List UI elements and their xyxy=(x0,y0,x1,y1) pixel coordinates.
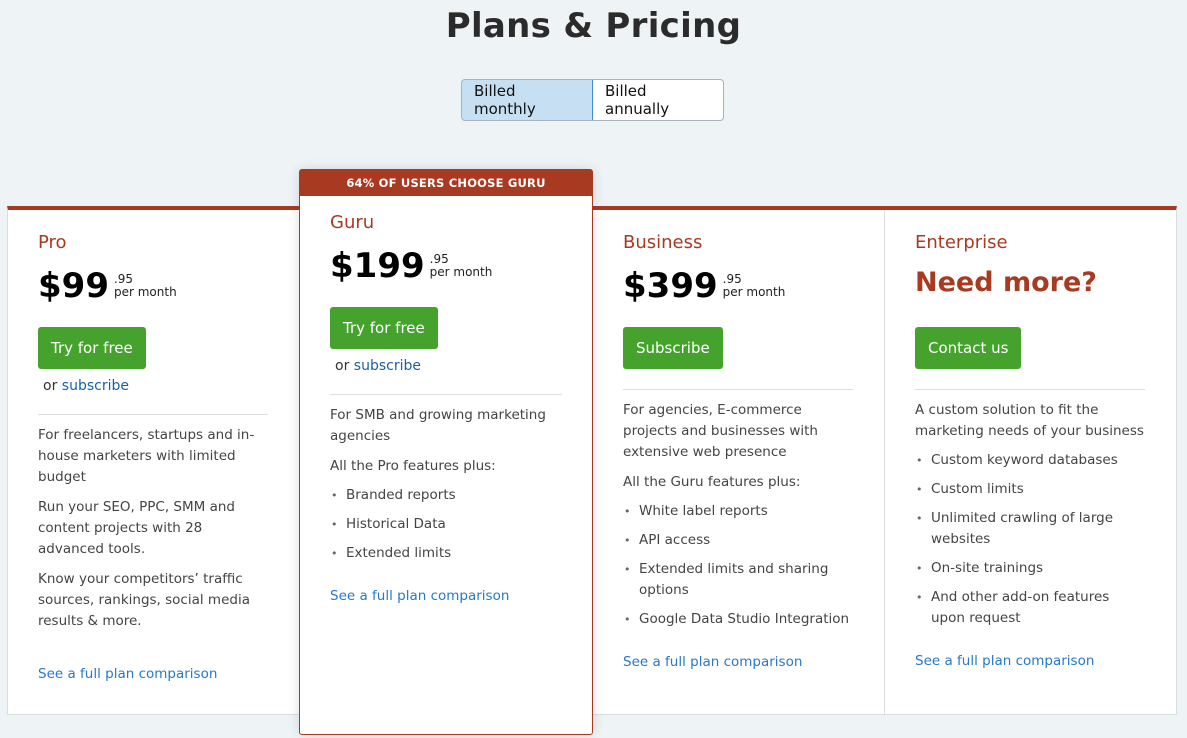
plan-comparison-link[interactable]: See a full plan comparison xyxy=(915,653,1094,669)
divider xyxy=(38,414,268,415)
description-text: Run your SEO, PPC, SMM and content proje… xyxy=(38,499,235,557)
plan-description: For freelancers, startups and in-house m… xyxy=(38,425,268,632)
feature-item: On-site trainings xyxy=(915,558,1145,579)
plan-price: $399 .95 per month xyxy=(623,263,853,305)
try-for-free-button[interactable]: Try for free xyxy=(38,327,146,369)
plan-card-business: Business $399 .95 per month Subscribe Fo… xyxy=(592,206,884,715)
feature-item: Extended limits xyxy=(330,543,562,564)
plan-card-pro: Pro $99 .95 per month Try for free or su… xyxy=(7,206,299,715)
feature-item: Branded reports xyxy=(330,485,562,506)
description-text: All the Guru features plus: xyxy=(623,474,801,490)
description-text: For SMB and growing marketing agencies xyxy=(330,407,546,444)
plan-card-enterprise: Enterprise Need more? Contact us A custo… xyxy=(884,206,1176,715)
subscribe-button[interactable]: Subscribe xyxy=(623,327,723,369)
plan-name: Enterprise xyxy=(915,232,1008,253)
try-for-free-button[interactable]: Try for free xyxy=(330,307,438,349)
plan-price: $99 .95 per month xyxy=(38,263,268,305)
page-title: Plans & Pricing xyxy=(445,6,742,46)
billed-annually-option[interactable]: Billed annually xyxy=(593,80,723,120)
plan-description: For SMB and growing marketing agencies A… xyxy=(330,405,562,564)
price-period: per month xyxy=(113,285,177,299)
or-subscribe: or subscribe xyxy=(330,358,562,374)
feature-item: White label reports xyxy=(623,501,853,522)
feature-item: Custom keyword databases xyxy=(915,450,1145,471)
feature-item: Google Data Studio Integration xyxy=(623,609,853,630)
description-text: Know your competitors’ traffic sources, … xyxy=(38,571,250,629)
popular-badge: 64% OF USERS CHOOSE GURU xyxy=(300,170,592,196)
divider xyxy=(330,394,562,395)
price-period: per month xyxy=(429,265,493,279)
plan-card-guru: 64% OF USERS CHOOSE GURU Guru $199 .95 p… xyxy=(299,169,593,735)
feature-item: And other add-on features upon request xyxy=(915,587,1145,629)
subscribe-link[interactable]: subscribe xyxy=(354,358,421,374)
plan-name: Guru xyxy=(330,212,375,233)
plan-comparison-link[interactable]: See a full plan comparison xyxy=(330,588,509,604)
plan-name: Pro xyxy=(38,232,67,253)
plan-comparison-link[interactable]: See a full plan comparison xyxy=(623,654,802,670)
contact-us-button[interactable]: Contact us xyxy=(915,327,1022,369)
price-period: per month xyxy=(722,285,786,299)
feature-item: Unlimited crawling of large websites xyxy=(915,508,1145,550)
feature-list: White label reports API access Extended … xyxy=(623,501,853,630)
feature-item: Historical Data xyxy=(330,514,562,535)
plan-name: Business xyxy=(623,232,703,253)
feature-list: Custom keyword databases Custom limits U… xyxy=(915,450,1145,629)
description-text: For agencies, E-commerce projects and bu… xyxy=(623,402,818,460)
feature-item: Extended limits and sharing options xyxy=(623,559,853,601)
or-text: or xyxy=(335,358,350,374)
feature-list: Branded reports Historical Data Extended… xyxy=(330,485,562,564)
or-subscribe: or subscribe xyxy=(38,378,268,394)
description-text: All the Pro features plus: xyxy=(330,458,496,474)
description-text: A custom solution to fit the marketing n… xyxy=(915,402,1144,439)
plan-description: A custom solution to fit the marketing n… xyxy=(915,400,1145,629)
billing-toggle: Billed monthly Billed annually xyxy=(461,79,724,121)
subscribe-link[interactable]: subscribe xyxy=(62,378,129,394)
plan-price: $199 .95 per month xyxy=(330,243,562,285)
price-amount: $99 xyxy=(38,266,109,306)
or-text: or xyxy=(43,378,58,394)
price-amount: $199 xyxy=(330,246,425,286)
plan-description: For agencies, E-commerce projects and bu… xyxy=(623,400,853,630)
feature-item: API access xyxy=(623,530,853,551)
plan-comparison-link[interactable]: See a full plan comparison xyxy=(38,666,217,682)
price-amount: $399 xyxy=(623,266,718,306)
feature-item: Custom limits xyxy=(915,479,1145,500)
divider xyxy=(915,389,1145,390)
enterprise-headline: Need more? xyxy=(915,267,1097,298)
description-text: For freelancers, startups and in-house m… xyxy=(38,427,255,485)
divider xyxy=(623,389,853,390)
billed-monthly-option[interactable]: Billed monthly xyxy=(462,80,593,120)
